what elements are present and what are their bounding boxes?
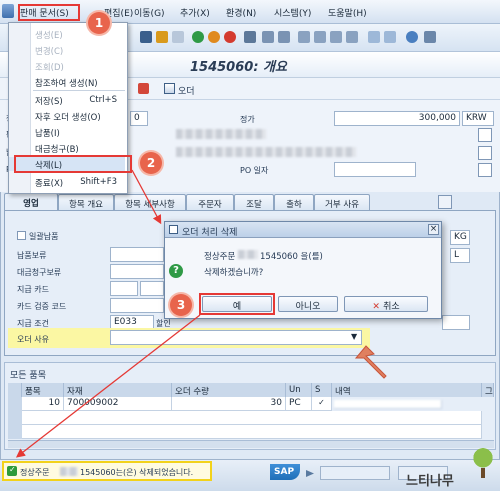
pointer-arrow-icon (354, 345, 387, 379)
step-badge-1: 1 (88, 12, 110, 34)
arrow-to-status (15, 314, 201, 458)
annotation-arrows (15, 169, 387, 458)
step-badge-3: 3 (170, 294, 192, 316)
step-badge-2: 2 (140, 152, 162, 174)
arrow-to-dialog (131, 169, 162, 225)
